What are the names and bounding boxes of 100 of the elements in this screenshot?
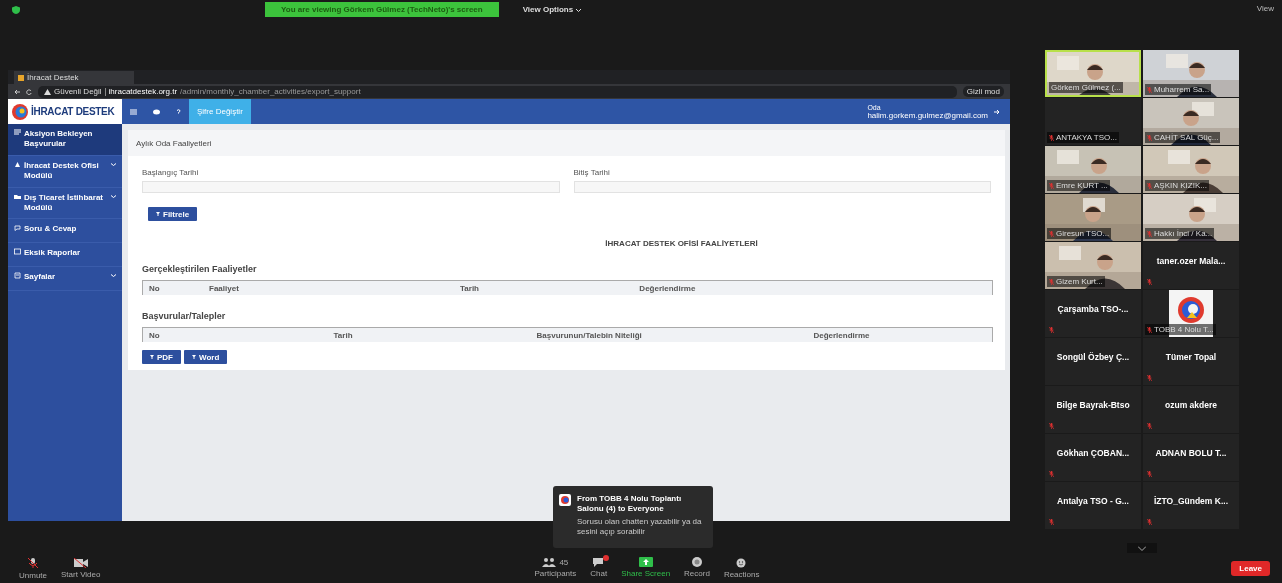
- participant-tile[interactable]: Çarşamba TSO-...: [1045, 290, 1141, 337]
- filter-button[interactable]: Filtrele: [148, 207, 198, 221]
- record-icon: [691, 557, 702, 567]
- participant-tile[interactable]: Muharrem Sa...: [1143, 50, 1239, 97]
- sidebar-item[interactable]: İhracat Destek Ofisi Modülü: [8, 155, 122, 188]
- section-title: Başvurular/Talepler: [142, 311, 227, 321]
- participant-tile[interactable]: CAHİT SAL Güç...: [1143, 98, 1239, 145]
- shield-icon: [12, 6, 20, 14]
- chat-notification[interactable]: From TOBB 4 Nolu Toplantı Salonu (4) to Everyone Sorusu olan chatten yazabilir ya da sesini açıp sorabilir: [553, 486, 713, 548]
- browser-tab[interactable]: İhracat Destek: [14, 71, 134, 84]
- chat-icon[interactable]: [153, 109, 160, 115]
- participant-name: Gizem Kurt...: [1047, 276, 1105, 287]
- participant-name: ozum akdere: [1164, 400, 1218, 410]
- export-button[interactable]: Word: [184, 350, 228, 364]
- participant-name: Çarşamba TSO-...: [1056, 304, 1130, 314]
- video-off-button[interactable]: Start Video: [54, 557, 108, 579]
- sidebar-item[interactable]: Aksiyon Bekleyen Başvurular: [8, 124, 122, 156]
- incognito-badge[interactable]: Gizli mod: [962, 86, 1004, 97]
- participant-name: Emre KURT ...: [1047, 180, 1110, 191]
- filter-icon: [150, 355, 154, 359]
- participant-name: Antalya TSO - G...: [1056, 496, 1130, 506]
- participant-tile[interactable]: ozum akdere: [1143, 386, 1239, 433]
- logo-icon: [12, 103, 28, 120]
- participant-tile[interactable]: Gizem Kurt...: [1045, 242, 1141, 289]
- sidebar-item[interactable]: Eksik Raporlar: [8, 243, 122, 268]
- participant-name: Giresun TSO...: [1047, 228, 1112, 239]
- date-field[interactable]: [142, 181, 560, 193]
- muted-mic-icon: [1049, 519, 1054, 525]
- column-header: Başvurunun/Talebin Niteliği: [535, 330, 643, 340]
- chat-sender: From TOBB 4 Nolu Toplantı Salonu (4) to Everyone: [577, 494, 683, 514]
- muted-mic-icon: [1147, 134, 1152, 141]
- warning-icon: [44, 88, 51, 95]
- participant-name: Songül Özbey Ç...: [1055, 352, 1131, 362]
- reload-icon: [26, 88, 32, 95]
- calendar-icon: [14, 248, 21, 256]
- participant-tile[interactable]: AŞKIN KIZIK...: [1143, 146, 1239, 193]
- mic-off-button[interactable]: Unmute: [12, 556, 54, 580]
- chevron-down-icon: [1138, 545, 1146, 551]
- participant-name: Gökhan ÇOBAN...: [1055, 448, 1131, 458]
- column-header: Tarih: [459, 283, 480, 293]
- help-icon[interactable]: [176, 109, 181, 115]
- participant-tile[interactable]: Giresun TSO...: [1045, 194, 1141, 241]
- participant-tile[interactable]: ADNAN BOLU T...: [1143, 434, 1239, 481]
- participant-tile[interactable]: taner.ozer Mala...: [1143, 242, 1239, 289]
- participant-tile[interactable]: İZTO_Gündem K...: [1143, 482, 1239, 529]
- muted-mic-icon: [1147, 423, 1152, 429]
- column-header: Değerlendirme: [638, 283, 697, 293]
- reactions-button[interactable]: Reactions: [716, 557, 767, 579]
- participant-name: Hakkı İnci / Ka...: [1145, 228, 1215, 239]
- participants-button[interactable]: 45 Participants: [527, 557, 584, 579]
- view-options-button[interactable]: View Options: [520, 2, 584, 17]
- date-field[interactable]: [573, 181, 991, 193]
- chat-icon: [14, 224, 21, 232]
- participant-name: Muharrem Sa...: [1145, 84, 1212, 95]
- logout-icon[interactable]: [994, 109, 1000, 115]
- participant-tile[interactable]: Hakkı İnci / Ka...: [1143, 194, 1239, 241]
- muted-mic-icon: [1147, 375, 1152, 381]
- participant-tile[interactable]: Bilge Bayrak-Btso: [1045, 386, 1141, 433]
- sidebar-item[interactable]: Soru & Cevap: [8, 219, 122, 244]
- participant-name: taner.ozer Mala...: [1155, 256, 1227, 266]
- participant-tile[interactable]: Songül Özbey Ç...: [1045, 338, 1141, 385]
- page-icon: [14, 272, 21, 280]
- participant-tile[interactable]: Tümer Topal: [1143, 338, 1239, 385]
- participant-tile[interactable]: Gökhan ÇOBAN...: [1045, 434, 1141, 481]
- column-header: Faaliyet: [208, 283, 240, 293]
- participant-name: Bilge Bayrak-Btso: [1055, 400, 1131, 410]
- muted-mic-icon: [1049, 230, 1054, 237]
- user-icon: [14, 160, 21, 168]
- avatar-icon: [559, 494, 571, 506]
- muted-mic-icon: [1049, 471, 1054, 477]
- muted-mic-icon: [1049, 423, 1054, 429]
- sidebar-item[interactable]: Sayfalar: [8, 267, 122, 292]
- share-screen-button[interactable]: Share Screen: [614, 557, 678, 579]
- filter-icon: [156, 212, 160, 216]
- participant-tile[interactable]: Antalya TSO - G...: [1045, 482, 1141, 529]
- share-screen-icon: [638, 557, 653, 567]
- record-button[interactable]: Record: [677, 557, 717, 579]
- scroll-down-button[interactable]: [1127, 543, 1157, 553]
- view-button[interactable]: View: [1256, 2, 1274, 15]
- muted-mic-icon: [27, 556, 39, 569]
- sidebar-item[interactable]: Dış Ticaret İstihbarat Modülü: [8, 187, 122, 220]
- participant-name: ANTAKYA TSO...: [1047, 132, 1119, 143]
- leave-button[interactable]: Leave: [1231, 560, 1270, 576]
- chat-button[interactable]: Chat: [583, 557, 615, 579]
- column-header: Tarih: [332, 330, 354, 340]
- participant-tile[interactable]: ANTAKYA TSO...: [1045, 98, 1141, 145]
- participant-count: 45: [559, 557, 569, 567]
- participant-name: CAHİT SAL Güç...: [1145, 132, 1221, 143]
- tab-title: İhracat Destek: [27, 73, 79, 82]
- muted-mic-icon: [1147, 519, 1152, 525]
- section-heading: İHRACAT DESTEK OFİSİ FAALİYETLERİ: [604, 239, 759, 248]
- export-button[interactable]: PDF: [142, 350, 181, 364]
- favicon-icon: [18, 74, 24, 81]
- participant-name: ADNAN BOLU T...: [1154, 448, 1228, 458]
- address-bar[interactable]: Güvenli Değil ihracatdestek.org.tr /admin/monthly_chamber_activities/export_support: [38, 85, 957, 98]
- url-path: /admin/monthly_chamber_activities/export_support: [180, 87, 361, 96]
- list-icon: [14, 129, 21, 136]
- section-title: Gerçekleştirilen Faaliyetler: [142, 264, 258, 274]
- participant-tile[interactable]: Emre KURT ...: [1045, 146, 1141, 193]
- participant-tile[interactable]: Görkem Gülmez (...: [1045, 50, 1141, 97]
